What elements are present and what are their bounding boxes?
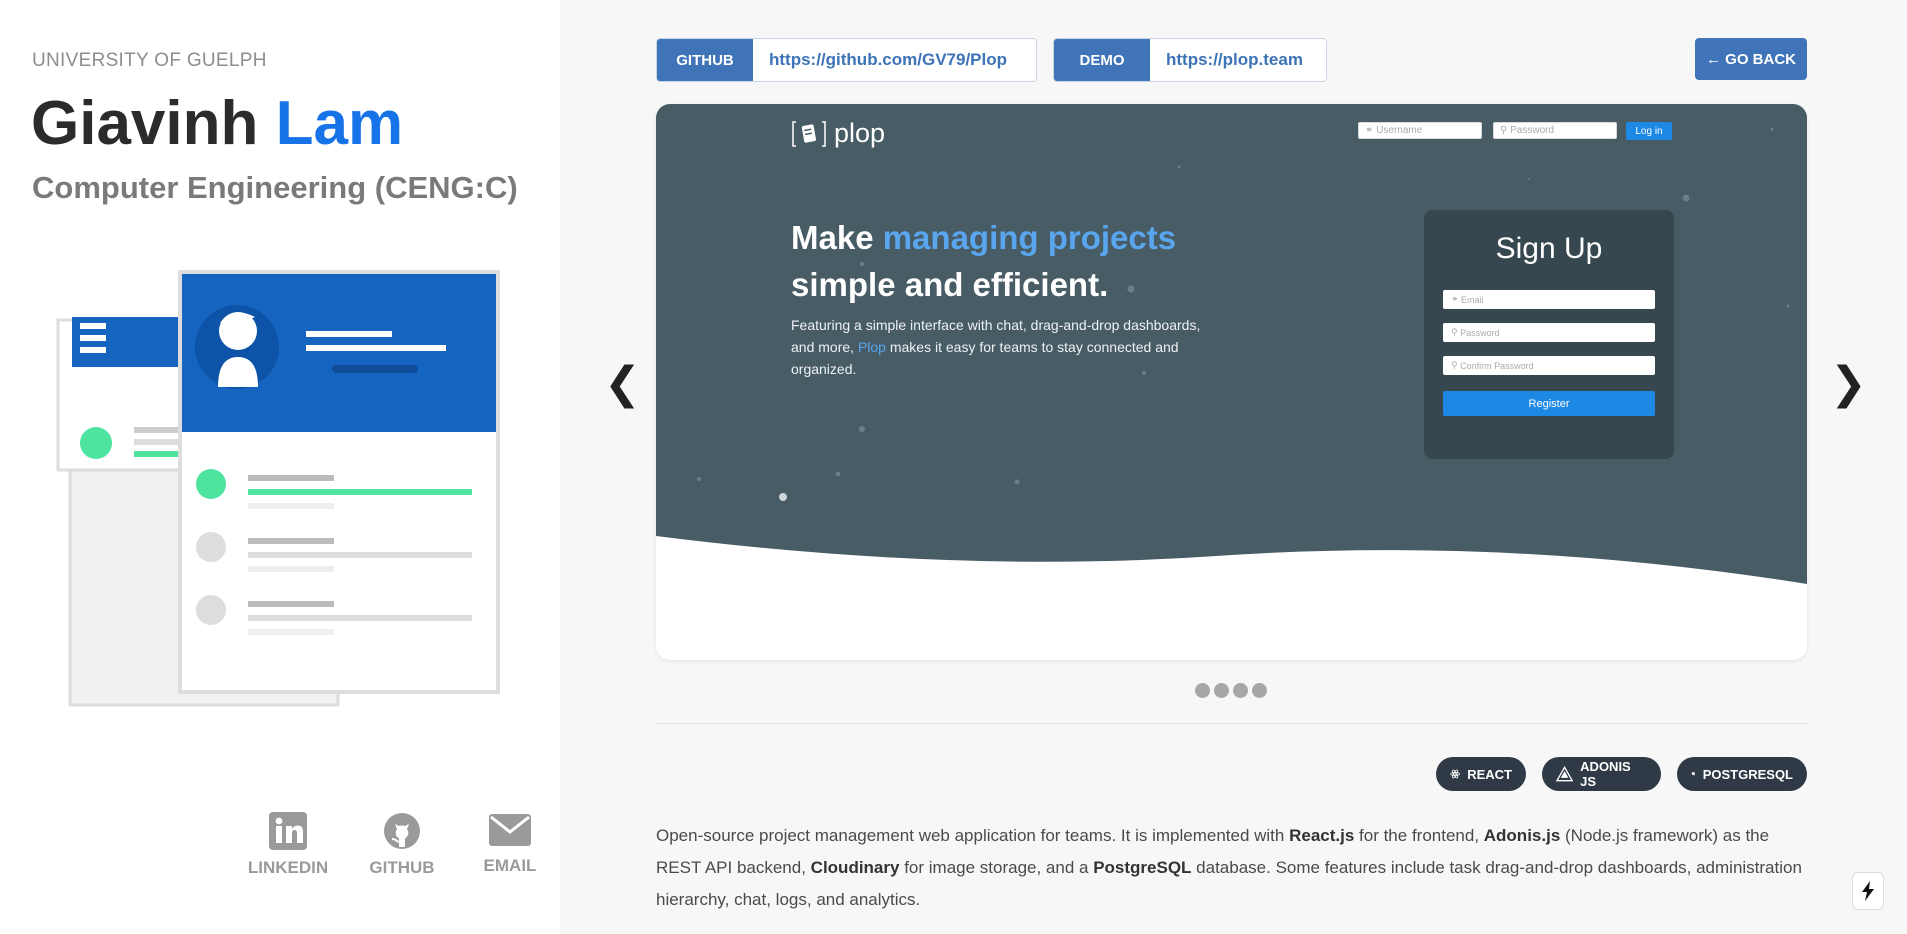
username-placeholder: Username: [1376, 125, 1423, 136]
clipboard-icon: [792, 120, 826, 147]
bolt-glyph: [1862, 881, 1874, 901]
tech-badge-postgresql: POSTGRESQL: [1677, 757, 1807, 791]
github-repo-link[interactable]: GITHUB https://github.com/GV79/Plop: [656, 38, 1037, 82]
carousel-dot[interactable]: [1233, 683, 1248, 698]
carousel-dot[interactable]: [1195, 683, 1210, 698]
github-label: GITHUB: [369, 858, 435, 877]
confirm-placeholder: Confirm Password: [1460, 360, 1534, 371]
plop-logo: plop: [792, 118, 885, 149]
tech-badge-react: REACT: [1436, 757, 1526, 791]
first-name: Giavinh: [31, 89, 259, 158]
desc-bold-postgresql: PostgreSQL: [1093, 858, 1192, 877]
slide-username-input: ⚭ Username: [1358, 122, 1482, 139]
project-description: Open-source project management web appli…: [656, 820, 1816, 916]
desc-bold-cloudinary: Cloudinary: [810, 858, 900, 877]
desc-bold-react: React.js: [1289, 826, 1355, 845]
demo-link[interactable]: DEMO https://plop.team: [1053, 38, 1327, 82]
email-icon: [489, 814, 531, 846]
desc-text-4: for image storage, and a: [899, 858, 1094, 877]
signup-email-field: ⚭ Email: [1443, 290, 1655, 309]
carousel-indicators: [1195, 683, 1267, 698]
github-link[interactable]: GITHUB: [362, 812, 442, 878]
signup-password-field: ⚲ Password: [1443, 323, 1655, 342]
tech-badge-adonis: ADONIS JS: [1542, 757, 1661, 791]
signup-title: Sign Up: [1495, 232, 1603, 265]
password2-placeholder: Password: [1460, 327, 1500, 338]
profile-card-illustration: [56, 270, 500, 707]
slide-subtext: Featuring a simple interface with chat, …: [791, 314, 1211, 380]
carousel-dot[interactable]: [1214, 683, 1229, 698]
adonis-icon: [1556, 766, 1574, 782]
password-placeholder: Password: [1510, 125, 1555, 136]
program-label: Computer Engineering (CENG:C): [32, 170, 518, 205]
signup-confirm-field: ⚲ Confirm Password: [1443, 356, 1655, 375]
headline-highlight: managing projects: [882, 219, 1177, 256]
sub-highlight: Plop: [857, 339, 886, 355]
go-back-button[interactable]: ← GO BACK: [1695, 38, 1807, 80]
email-link[interactable]: EMAIL: [470, 812, 550, 876]
signup-register-button: Register: [1443, 391, 1655, 416]
headline-line2: simple and efficient.: [791, 266, 1109, 303]
desc-text-1: Open-source project management web appli…: [656, 826, 1290, 845]
slide-signup-card: Sign Up ⚭ Email ⚲ Password ⚲ Confirm Pas…: [1424, 210, 1674, 459]
linkedin-link[interactable]: LINKEDIN: [244, 812, 332, 878]
demo-url[interactable]: https://plop.team: [1150, 39, 1319, 81]
section-divider: [656, 723, 1807, 724]
linkedin-label: LINKEDIN: [247, 858, 329, 877]
react-icon: [1450, 769, 1460, 779]
plop-logo-text: plop: [834, 118, 886, 148]
desc-bold-adonis: Adonis.js: [1483, 826, 1561, 845]
email-placeholder: Email: [1461, 294, 1484, 305]
profile-name: Giavinh Lam: [31, 86, 403, 162]
profile-sidebar: UNIVERSITY OF GUELPH Giavinh Lam Compute…: [0, 0, 560, 934]
carousel-slide: plop ⚭ Username ⚲ Password Log in Make m…: [656, 104, 1807, 660]
last-name: Lam: [275, 89, 404, 158]
demo-tag: DEMO: [1054, 39, 1150, 81]
carousel-next-arrow[interactable]: ❯: [1830, 358, 1867, 410]
tech-label-react: REACT: [1467, 766, 1512, 782]
email-label: EMAIL: [483, 856, 537, 875]
carousel-prev-arrow[interactable]: ❮: [604, 358, 641, 410]
slide-headline: Make managing projects simple and effici…: [791, 214, 1176, 308]
github-tag: GITHUB: [657, 39, 753, 81]
slide-login-button: Log in: [1626, 122, 1672, 140]
university-label: UNIVERSITY OF GUELPH: [32, 50, 267, 71]
github-icon: [384, 813, 420, 849]
github-url[interactable]: https://github.com/GV79/Plop: [753, 39, 1023, 81]
slide-password-input: ⚲ Password: [1493, 122, 1617, 139]
linkedin-icon: [269, 812, 307, 850]
postgresql-icon: [1691, 772, 1696, 777]
tech-label-postgresql: POSTGRESQL: [1702, 766, 1793, 782]
headline-pre: Make: [791, 219, 883, 256]
desc-text-2: for the frontend,: [1354, 826, 1484, 845]
tech-label-adonis: ADONIS JS: [1580, 759, 1631, 789]
lightning-bolt-icon[interactable]: [1852, 872, 1884, 910]
carousel-dot[interactable]: [1252, 683, 1267, 698]
